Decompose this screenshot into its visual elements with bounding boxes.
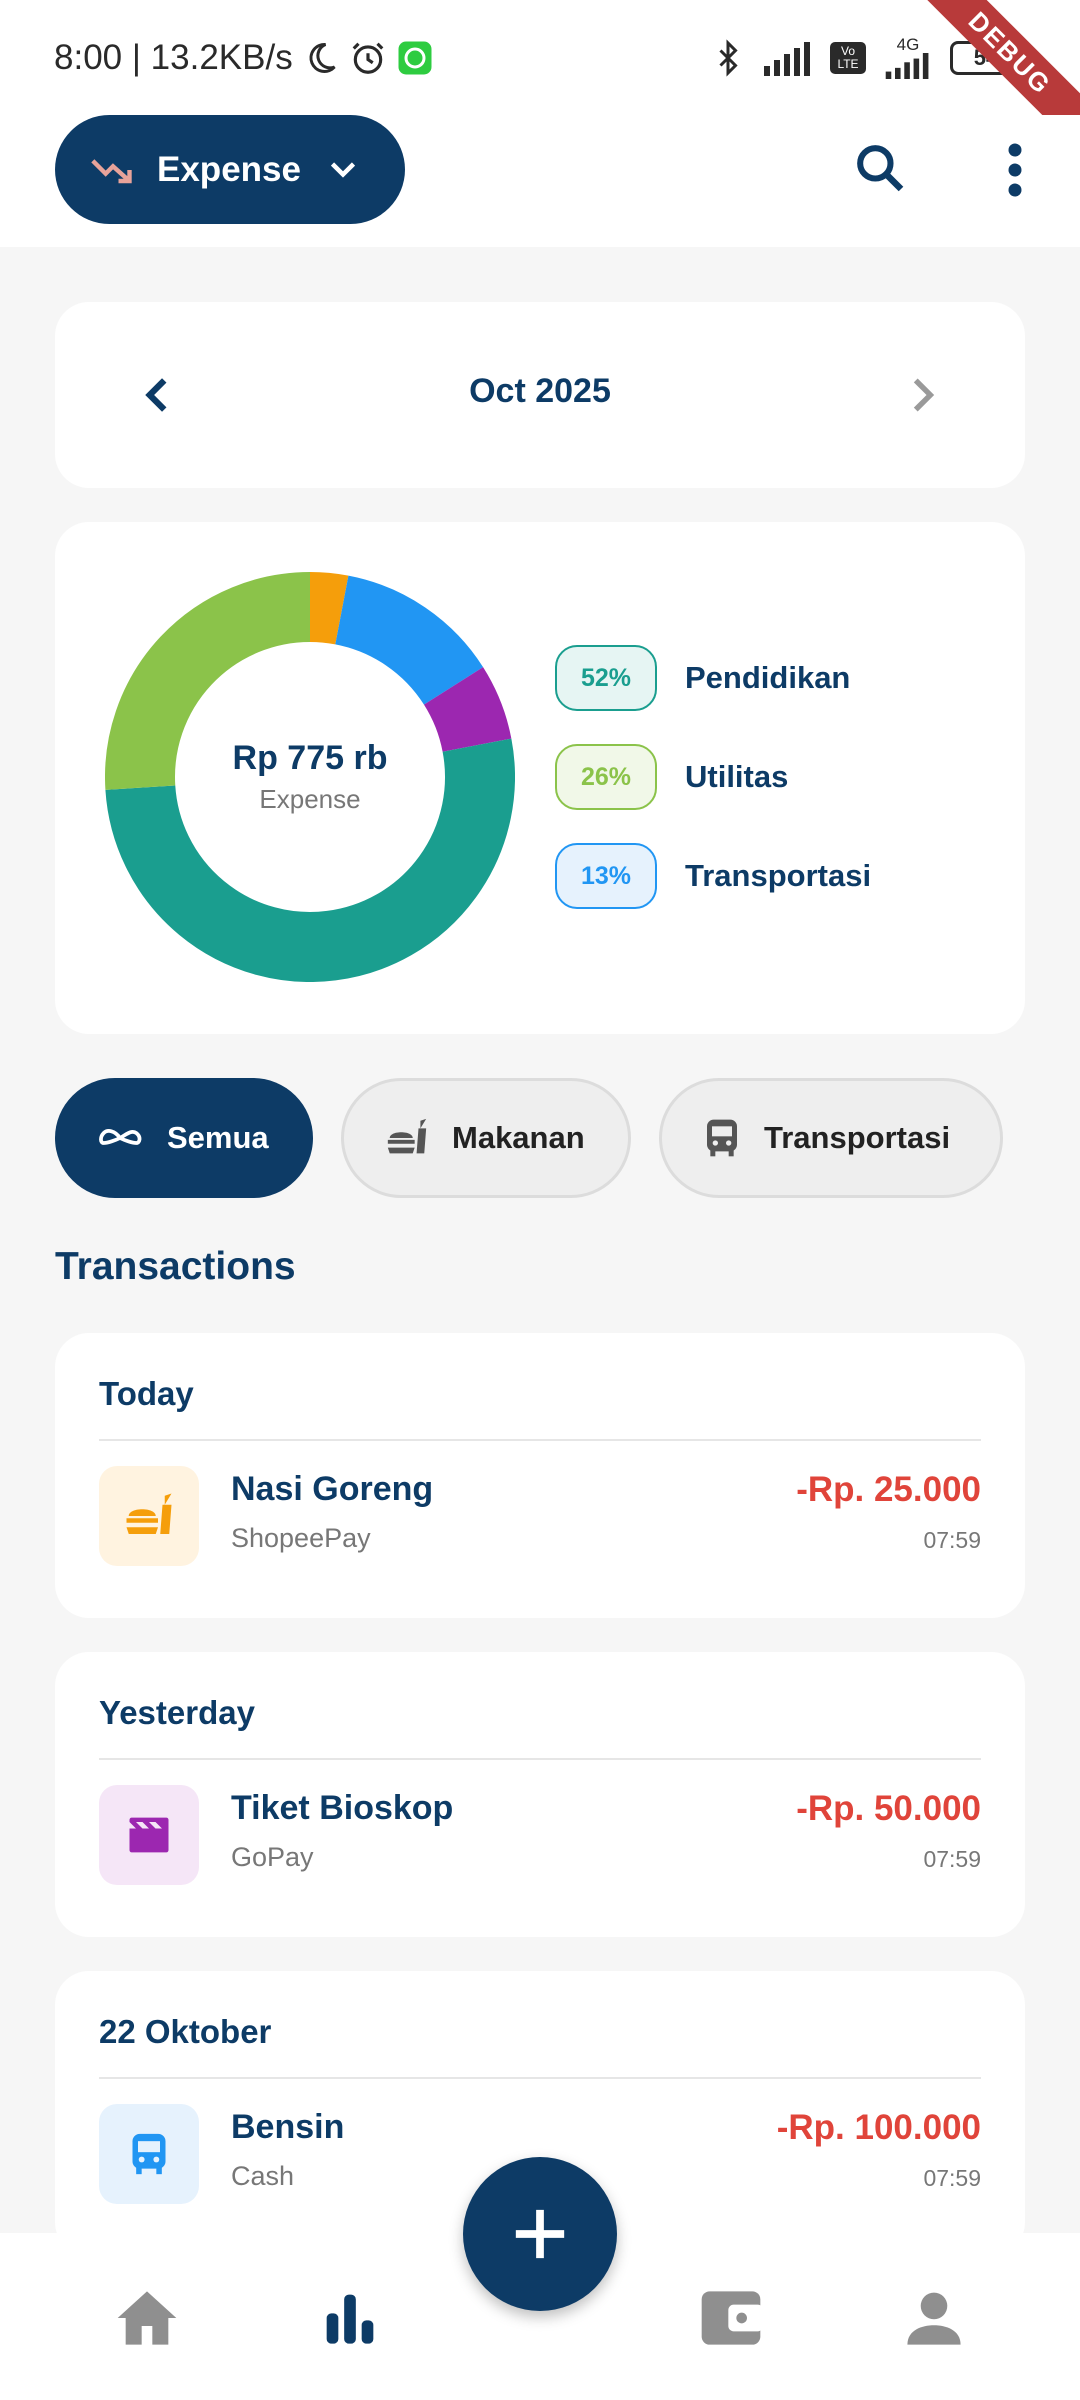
group-date-title: Today — [99, 1375, 194, 1412]
transactions-heading: Transactions — [55, 1245, 296, 1288]
transaction-method: GoPay — [231, 1842, 314, 1872]
divider — [99, 1439, 981, 1441]
transaction-group-today: Today Nasi Goreng ShopeePay -Rp. 25.000 … — [55, 1333, 1025, 1618]
alarm-icon — [352, 42, 384, 74]
chevron-right-icon[interactable] — [897, 370, 947, 420]
legend-percent-badge: 26% — [555, 744, 657, 810]
chart-legend: 52% Pendidikan 26% Utilitas 13% Transpor… — [555, 645, 871, 942]
bus-icon — [132, 2133, 166, 2175]
wallet-icon — [701, 2291, 763, 2345]
transaction-method: ShopeePay — [231, 1523, 371, 1553]
legend-label: Utilitas — [685, 759, 789, 794]
group-date-title: 22 Oktober — [99, 2013, 272, 2050]
more-vert-icon[interactable] — [1000, 140, 1030, 200]
home-icon — [117, 2291, 177, 2345]
fastfood-icon — [126, 1493, 172, 1534]
profile-icon — [907, 2292, 961, 2345]
donut-center: Rp 775 rb Expense — [105, 572, 515, 982]
total-subtitle: Expense — [259, 784, 361, 814]
transaction-group-yesterday: Yesterday Tiket Bioskop GoPay -Rp. 50.00… — [55, 1652, 1025, 1937]
bus-icon — [707, 1119, 737, 1157]
total-expense: Rp 775 rb — [232, 739, 388, 777]
transaction-amount: -Rp. 100.000 — [776, 2108, 981, 2147]
status-bar: 8:00 | 13.2KB/s Vo LTE 4G 54 DEBUG — [0, 0, 1080, 167]
stats-icon — [326, 2294, 374, 2344]
month-label: Oct 2025 — [469, 372, 611, 410]
signal-icon — [885, 53, 929, 79]
divider — [99, 1758, 981, 1760]
filter-label: Semua — [167, 1120, 269, 1155]
transaction-time: 07:59 — [923, 1846, 981, 1872]
app-bar: Expense — [0, 115, 1080, 247]
transaction-category-icon — [99, 1466, 199, 1566]
add-transaction-button[interactable] — [463, 2157, 617, 2311]
trending-down-icon — [91, 158, 132, 183]
volte-badge: Vo LTE — [830, 41, 866, 74]
filter-label: Transportasi — [764, 1120, 951, 1155]
expense-summary-card: Rp 775 rb Expense 52% Pendidikan 26% Uti… — [55, 522, 1025, 1034]
signal-icon — [764, 41, 810, 76]
fastfood-icon — [387, 1118, 427, 1154]
filter-chip-semua[interactable]: Semua — [55, 1078, 313, 1198]
whatsapp-icon — [398, 41, 432, 75]
chevron-down-icon — [330, 161, 356, 178]
transaction-method: Cash — [231, 2161, 295, 2191]
transaction-amount: -Rp. 25.000 — [796, 1470, 981, 1509]
legend-percent-badge: 13% — [555, 843, 657, 909]
mode-selector-button[interactable]: Expense — [55, 115, 405, 224]
transaction-name: Tiket Bioskop — [231, 1789, 454, 1827]
month-selector-card: Oct 2025 — [55, 302, 1025, 488]
category-filter-chips: Semua Makanan Transportasi — [55, 1078, 1003, 1198]
nav-home[interactable] — [112, 2283, 182, 2353]
plus-icon — [515, 2209, 565, 2259]
legend-item: 26% Utilitas — [555, 744, 871, 810]
transaction-category-icon — [99, 2104, 199, 2204]
filter-label: Makanan — [452, 1120, 585, 1155]
transaction-time: 07:59 — [923, 2165, 981, 2191]
nav-stats[interactable] — [315, 2283, 385, 2353]
status-time-speed: 8:00 | 13.2KB/s — [54, 38, 293, 77]
nav-wallet[interactable] — [696, 2283, 766, 2353]
filter-chip-transportasi[interactable]: Transportasi — [659, 1078, 1003, 1198]
filter-chip-makanan[interactable]: Makanan — [341, 1078, 631, 1198]
infinity-icon — [99, 1129, 142, 1145]
group-date-title: Yesterday — [99, 1694, 255, 1731]
search-icon[interactable] — [852, 140, 908, 196]
legend-label: Pendidikan — [685, 660, 851, 695]
transaction-name: Nasi Goreng — [231, 1470, 434, 1508]
transaction-name: Bensin — [231, 2108, 345, 2146]
nav-profile[interactable] — [899, 2283, 969, 2353]
bluetooth-icon — [719, 38, 738, 77]
legend-item: 52% Pendidikan — [555, 645, 871, 711]
transaction-time: 07:59 — [923, 1527, 981, 1553]
mode-label: Expense — [157, 149, 301, 189]
transaction-category-icon — [99, 1785, 199, 1885]
legend-percent-badge: 52% — [555, 645, 657, 711]
legend-label: Transportasi — [685, 858, 872, 893]
status-left: 8:00 | 13.2KB/s — [54, 38, 433, 78]
network-type: 4G — [882, 36, 934, 79]
moon-icon — [309, 42, 336, 73]
divider — [99, 2077, 981, 2079]
legend-item: 13% Transportasi — [555, 843, 871, 909]
movie-icon — [129, 1817, 169, 1853]
transaction-amount: -Rp. 50.000 — [796, 1789, 981, 1828]
